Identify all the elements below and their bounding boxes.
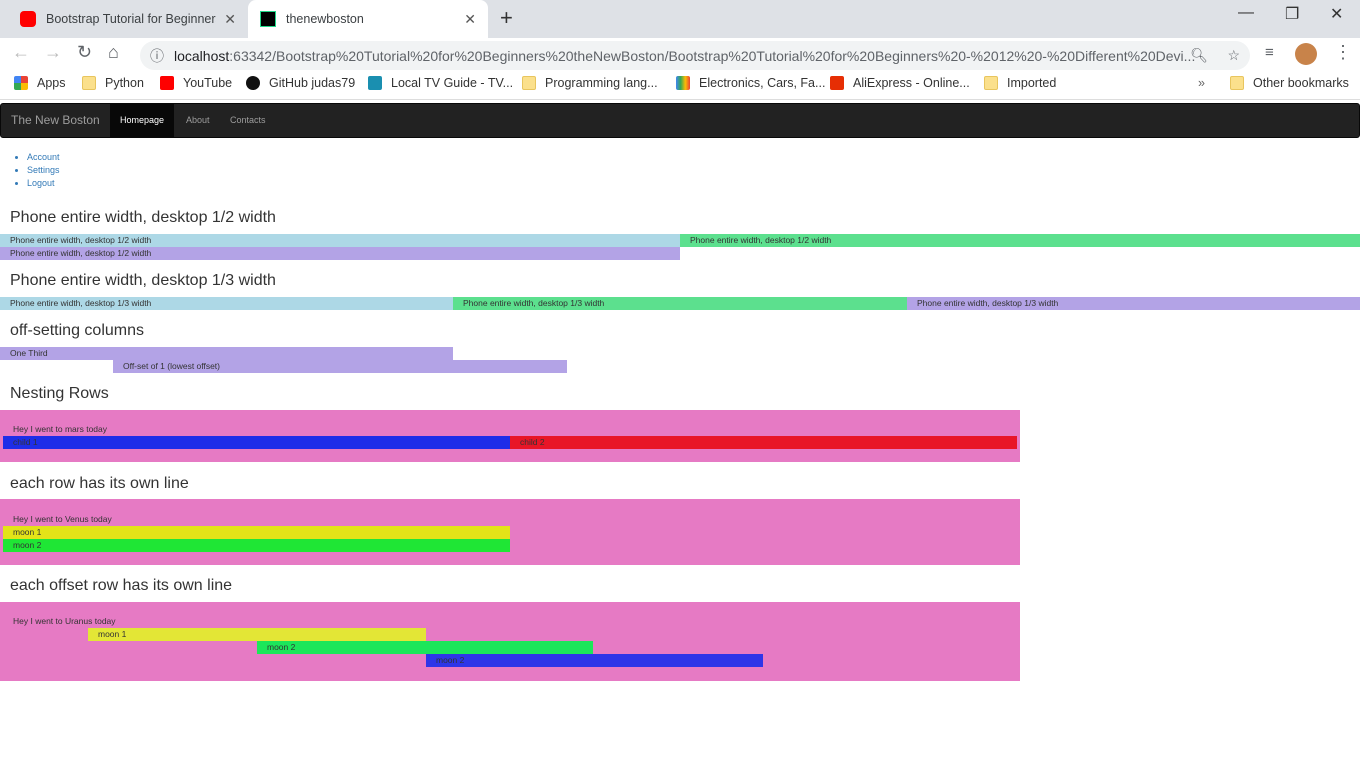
apps-icon (14, 76, 28, 90)
bookmark-aliexpress[interactable]: AliExpress - Online... (830, 76, 970, 90)
more-bookmarks-icon[interactable]: » (1198, 76, 1205, 90)
close-window-button[interactable]: ✕ (1330, 4, 1343, 24)
aliexpress-icon (830, 76, 844, 90)
bookmark-label: Imported (1007, 76, 1057, 90)
link-account[interactable]: Account (27, 151, 60, 164)
bookmark-other[interactable]: Other bookmarks (1230, 76, 1349, 90)
bookmark-label: Programming lang... (545, 76, 658, 90)
site-navbar: The New Boston Homepage About Contacts (0, 103, 1360, 138)
avatar[interactable] (1295, 43, 1317, 65)
address-bar[interactable]: ⓘ localhost:63342/Bootstrap%20Tutorial%2… (140, 41, 1250, 70)
bookmark-programming[interactable]: Programming lang... (522, 76, 658, 90)
navbar-brand[interactable]: The New Boston (1, 104, 110, 137)
url-host: localhost (174, 47, 230, 64)
reload-button[interactable]: ↻ (77, 42, 92, 63)
media-icon[interactable]: ≡ (1265, 44, 1274, 61)
col-uranus-moon-1: moon 1 (88, 628, 426, 641)
nav-homepage[interactable]: Homepage (110, 104, 175, 137)
col-offset-1: Off-set of 1 (lowest offset) (113, 360, 567, 373)
bookmark-python[interactable]: Python (82, 76, 144, 90)
heading-offset-line: each offset row has its own line (10, 577, 233, 594)
close-tab-icon[interactable]: ✕ (464, 11, 476, 28)
bookmark-local-tv[interactable]: Local TV Guide - TV... (368, 76, 513, 90)
shop-icon (676, 76, 690, 90)
folder-icon (1230, 76, 1244, 90)
bookmark-imported[interactable]: Imported (984, 76, 1056, 90)
col-half-1: Phone entire width, desktop 1/2 width (0, 234, 680, 247)
home-button[interactable]: ⌂ (108, 42, 119, 63)
forward-button[interactable]: → (44, 42, 62, 63)
bookmark-label: Other bookmarks (1253, 76, 1349, 90)
bookmark-label: Local TV Guide - TV... (391, 76, 514, 90)
link-settings[interactable]: Settings (27, 164, 60, 177)
heading-nesting: Nesting Rows (10, 385, 109, 402)
heading-half: Phone entire width, desktop 1/2 width (10, 209, 276, 226)
uranus-text: Hey I went to Uranus today (13, 616, 116, 626)
nav-about[interactable]: About (176, 104, 220, 137)
bookmarks-bar: Apps Python YouTube GitHub judas79 Local… (0, 70, 1360, 100)
venus-text: Hey I went to Venus today (13, 514, 112, 524)
github-icon (246, 76, 260, 90)
col-third-2: Phone entire width, desktop 1/3 width (453, 297, 907, 310)
tab-title: thenewboston (286, 12, 364, 26)
bookmark-youtube[interactable]: YouTube (160, 76, 232, 90)
tv-guide-icon (368, 76, 382, 90)
tab-strip: Bootstrap Tutorial for Beginners - ✕ the… (0, 0, 1360, 38)
col-third-1: Phone entire width, desktop 1/3 width (0, 297, 453, 310)
folder-icon (984, 76, 998, 90)
pycharm-icon (260, 11, 276, 27)
bookmark-electronics[interactable]: Electronics, Cars, Fa... (676, 76, 825, 90)
col-half-2: Phone entire width, desktop 1/2 width (680, 234, 1360, 247)
col-uranus-moon-2: moon 2 (257, 641, 593, 654)
youtube-icon (20, 11, 36, 27)
bookmark-apps[interactable]: Apps (14, 76, 66, 90)
info-icon[interactable]: ⓘ (150, 46, 164, 66)
nav-contacts[interactable]: Contacts (220, 104, 276, 137)
youtube-icon (160, 76, 174, 90)
heading-third: Phone entire width, desktop 1/3 width (10, 272, 276, 289)
col-moon-2: moon 2 (3, 539, 510, 552)
bookmark-label: Electronics, Cars, Fa... (699, 76, 826, 90)
minimize-button[interactable]: — (1238, 4, 1254, 22)
menu-icon[interactable]: ⋮ (1334, 42, 1352, 63)
bookmark-label: GitHub judas79 (269, 76, 356, 90)
bookmark-label: Apps (37, 76, 66, 90)
star-icon[interactable]: ☆ (1227, 47, 1240, 64)
nesting-text: Hey I went to mars today (13, 424, 108, 434)
col-moon-1: moon 1 (3, 526, 510, 539)
bookmark-label: Python (105, 76, 144, 90)
col-uranus-moon-3: moon 2 (426, 654, 763, 667)
new-tab-button[interactable]: + (500, 5, 513, 31)
bookmark-label: AliExpress - Online... (853, 76, 970, 90)
back-button[interactable]: ← (12, 42, 30, 63)
restore-button[interactable]: ❐ (1285, 4, 1299, 24)
link-logout[interactable]: Logout (27, 177, 60, 190)
bookmark-label: YouTube (183, 76, 233, 90)
url-path: :63342/Bootstrap%20Tutorial%20for%20Begi… (229, 47, 1196, 64)
col-child-1: child 1 (3, 436, 510, 449)
col-child-2: child 2 (510, 436, 1017, 449)
tab-thenewboston[interactable]: thenewboston ✕ (248, 0, 488, 38)
heading-offset: off-setting columns (10, 322, 144, 339)
bookmark-github[interactable]: GitHub judas79 (246, 76, 355, 90)
heading-own-line: each row has its own line (10, 475, 189, 492)
tab-bootstrap-tutorial[interactable]: Bootstrap Tutorial for Beginners - ✕ (8, 0, 248, 38)
col-third-3: Phone entire width, desktop 1/3 width (907, 297, 1360, 310)
folder-icon (522, 76, 536, 90)
zoom-icon[interactable]: 🔍︎ (1190, 47, 1208, 64)
col-half-3: Phone entire width, desktop 1/2 width (0, 247, 680, 260)
col-one-third: One Third (0, 347, 453, 360)
close-tab-icon[interactable]: ✕ (224, 11, 236, 28)
tab-title: Bootstrap Tutorial for Beginners - (46, 12, 217, 26)
account-menu: Account Settings Logout (12, 151, 60, 190)
folder-icon (82, 76, 96, 90)
